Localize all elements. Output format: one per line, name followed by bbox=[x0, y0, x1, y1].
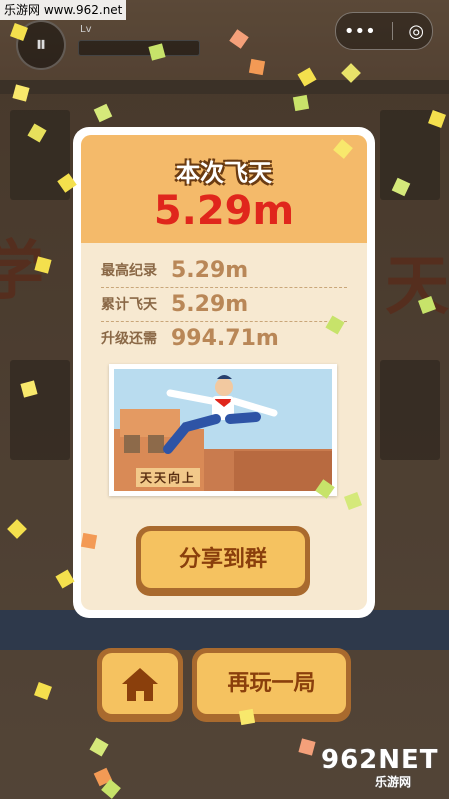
confetti-piece bbox=[248, 58, 266, 76]
stat-label: 累计飞天 bbox=[101, 297, 157, 313]
stat-row-best: 最高纪录 5.29m bbox=[101, 253, 347, 288]
result-card: 本次飞天 5.29m 最高纪录 5.29m 累计飞天 5.29m 升级还需 99… bbox=[73, 127, 375, 618]
home-button[interactable] bbox=[97, 648, 183, 722]
site-logo: 962NET 乐游网 bbox=[313, 743, 441, 789]
share-to-group-button[interactable]: 分享到群 bbox=[136, 526, 310, 596]
share-button-label: 分享到群 bbox=[141, 531, 305, 588]
confetti-piece bbox=[292, 94, 310, 112]
play-again-label: 再玩一局 bbox=[197, 653, 346, 714]
level-progress-bar bbox=[78, 40, 200, 56]
stat-row-total: 累计飞天 5.29m bbox=[101, 287, 347, 322]
home-button-face bbox=[102, 653, 178, 714]
confetti-piece bbox=[80, 532, 98, 550]
mini-program-capsule: ••• ◎ bbox=[335, 12, 433, 50]
home-icon bbox=[122, 668, 158, 701]
stat-value: 994.71m bbox=[171, 325, 279, 351]
more-icon[interactable]: ••• bbox=[344, 21, 376, 42]
school-sign: 天天向上 bbox=[136, 468, 201, 487]
stat-row-upgrade: 升级还需 994.71m bbox=[101, 321, 347, 355]
play-again-button[interactable]: 再玩一局 bbox=[192, 648, 351, 722]
close-target-icon[interactable]: ◎ bbox=[408, 21, 424, 42]
logo-sub-text: 乐游网 bbox=[375, 775, 412, 789]
stat-value: 5.29m bbox=[171, 291, 249, 317]
capsule-divider bbox=[391, 22, 393, 40]
stat-label: 升级还需 bbox=[101, 331, 157, 347]
stat-value: 5.29m bbox=[171, 257, 249, 283]
confetti-piece bbox=[238, 708, 256, 726]
site-watermark: 乐游网 www.962.net bbox=[0, 0, 127, 20]
stat-label: 最高纪录 bbox=[101, 263, 157, 279]
result-title: 本次飞天 bbox=[176, 159, 272, 187]
flight-photo: 天天向上 bbox=[109, 364, 337, 496]
result-card-body: 本次飞天 5.29m 最高纪录 5.29m 累计飞天 5.29m 升级还需 99… bbox=[81, 135, 367, 610]
pause-icon: ⏸ bbox=[35, 32, 47, 57]
result-distance: 5.29m bbox=[153, 188, 295, 234]
photo-scene: 天天向上 bbox=[114, 369, 332, 491]
logo-main-text: 962NET bbox=[321, 745, 439, 775]
level-label: Lv bbox=[80, 24, 92, 35]
result-card-header: 本次飞天 5.29m bbox=[81, 135, 367, 243]
